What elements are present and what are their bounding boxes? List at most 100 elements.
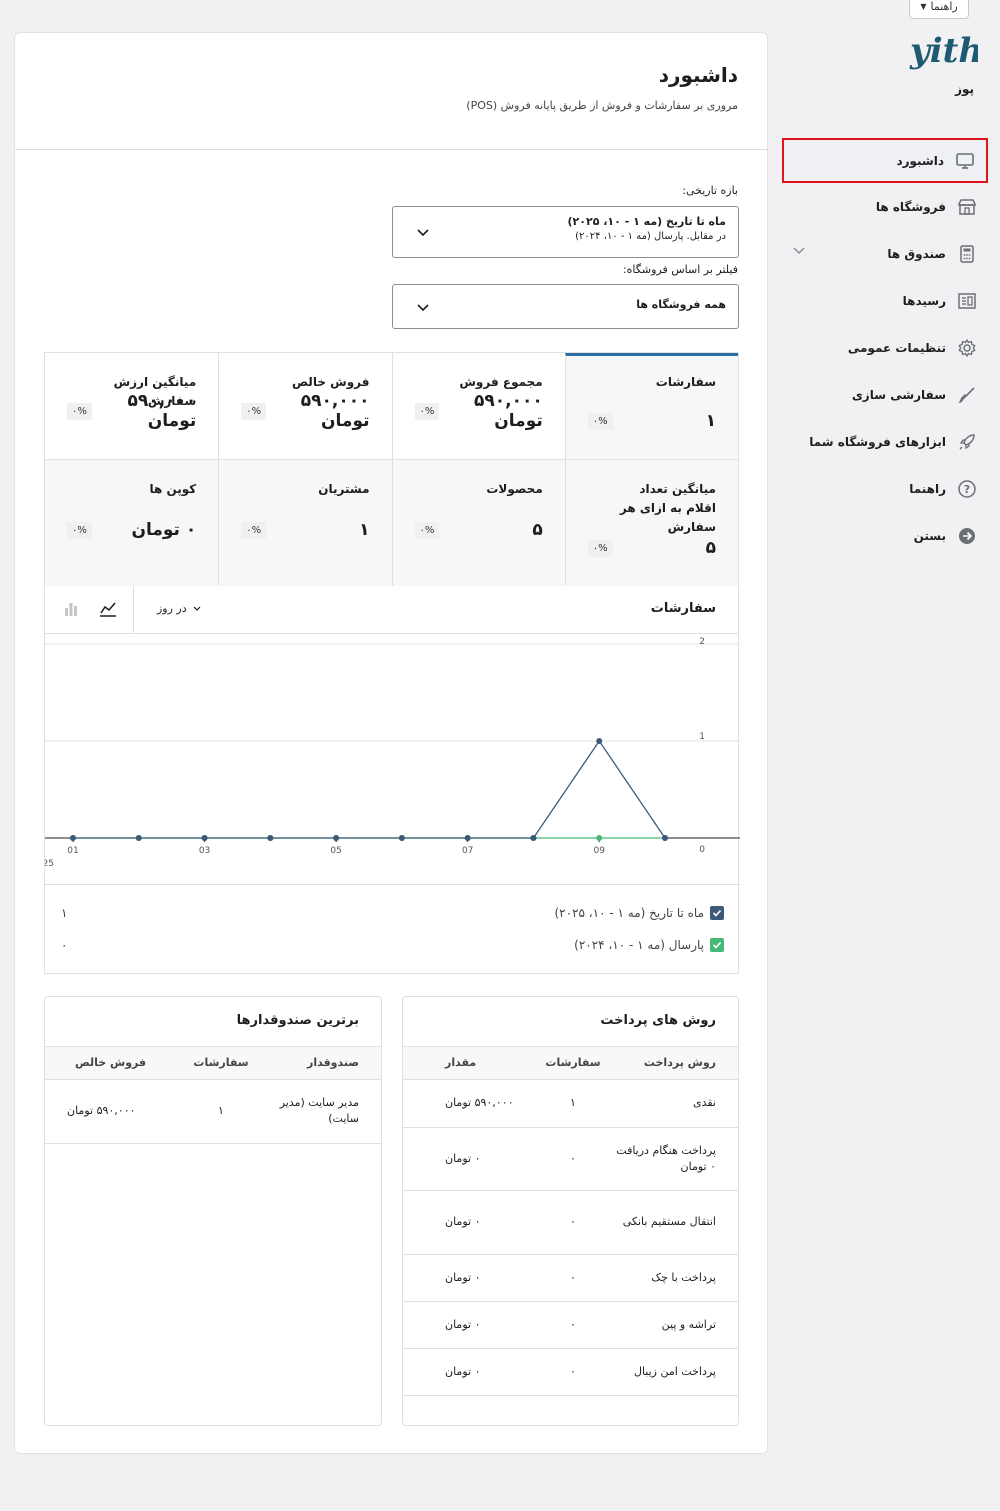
nav-item-registers[interactable]: صندوق ها: [782, 230, 988, 277]
table-cell: ۰ تومان: [403, 1190, 538, 1255]
table-cell: ۵۹۰,۰۰۰ تومان: [403, 1079, 538, 1128]
nav-label: بستن: [913, 528, 946, 543]
table-cell: ۰ تومان: [403, 1348, 538, 1396]
store-filter-value: همه فروشگاه ها: [636, 298, 726, 311]
stat-value: ۵۹۰,۰۰۰ تومان: [127, 391, 197, 431]
delta-badge: ۰%: [587, 412, 613, 430]
nav-item-stores[interactable]: فروشگاه ها: [782, 183, 988, 230]
y-tick-label: 1: [699, 732, 705, 742]
stat-coupons[interactable]: کوپن ها ۰ تومان ۰%: [45, 460, 219, 586]
table-cell: پرداخت با چک: [608, 1254, 738, 1302]
help-tab-button[interactable]: راهنما ▼: [909, 0, 969, 19]
nav-item-receipts[interactable]: رسیدها: [782, 277, 988, 324]
legend-row[interactable]: پارسال (مه ۱ - ۱۰، ۲۰۲۴) ۰: [61, 935, 724, 955]
nav-item-settings[interactable]: تنظیمات عمومی: [782, 324, 988, 371]
data-point: [530, 835, 537, 841]
interval-label: در روز: [157, 602, 187, 615]
caret-down-icon: ▼: [920, 2, 927, 11]
nav-item-customization[interactable]: سفارشی سازی: [782, 371, 988, 418]
payment-methods-title: روش های پرداخت: [403, 997, 738, 1047]
stat-label: کوپن ها: [149, 482, 197, 496]
orders-chart-panel: سفارشات در روز 2 1 0 01 03 05 07 09 May 2025 ماه…: [44, 586, 740, 974]
chevron-down-icon: [193, 606, 201, 611]
stat-customers[interactable]: مشتریان ۱ ۰%: [218, 460, 392, 586]
store-filter-select[interactable]: همه فروشگاه ها: [392, 284, 739, 329]
page-header: داشبورد مروری بر سفارشات و فروش از طریق …: [15, 33, 767, 150]
data-point: [135, 835, 142, 841]
nav-item-close[interactable]: بستن: [782, 512, 988, 559]
help-tab-label: راهنما: [930, 0, 958, 13]
data-point: [333, 835, 340, 841]
stat-avg-order-value[interactable]: میانگین ارزش سفارش ۵۹۰,۰۰۰ تومان ۰%: [45, 353, 219, 460]
column-header[interactable]: سفارشات: [538, 1047, 608, 1080]
bar-chart-icon[interactable]: [63, 600, 79, 618]
column-header[interactable]: سفارشات: [181, 1047, 261, 1080]
stat-label: مجموع فروش: [459, 375, 543, 389]
delta-badge: ۰%: [67, 402, 92, 420]
column-header[interactable]: مقدار: [403, 1047, 538, 1080]
data-point: [662, 835, 668, 841]
data-point: [70, 835, 76, 841]
table-cell: تراشه و پین: [608, 1301, 738, 1349]
data-point: [398, 835, 405, 841]
gear-icon: [956, 337, 978, 359]
nav-label: ابزارهای فروشگاه شما: [809, 434, 946, 449]
payment-methods-table: روش پرداخت سفارشات مقدار نقدی ۱ ۵۹۰,۰۰۰ …: [403, 1047, 738, 1396]
x-tick-label: 05: [330, 846, 341, 856]
interval-select[interactable]: در روز: [157, 602, 201, 615]
stat-value: ۱: [705, 411, 716, 431]
legend-label: ماه تا تاریخ (مه ۱ - ۱۰، ۲۰۲۵): [554, 906, 704, 920]
table-cell: پرداخت امن زیبال: [608, 1348, 738, 1396]
table-row: پرداخت هنگام دریافت ۰ تومان ۰ ۰ تومان: [403, 1127, 738, 1191]
stat-gross-sales[interactable]: مجموع فروش ۵۹۰,۰۰۰ تومان ۰%: [391, 353, 565, 460]
stat-net-sales[interactable]: فروش خالص ۵۹۰,۰۰۰ تومان ۰%: [218, 353, 392, 460]
svg-text:?: ?: [964, 483, 970, 496]
date-range-value: ماه تا تاریخ (مه ۱ - ۱۰، ۲۰۲۵): [567, 215, 726, 228]
stat-value: ۵: [532, 520, 543, 540]
stat-label: مشتریان: [318, 482, 370, 496]
chart-header: سفارشات در روز: [45, 586, 738, 634]
stat-value: ۵۹۰,۰۰۰ تومان: [300, 391, 370, 431]
stat-products[interactable]: محصولات ۵ ۰%: [391, 460, 565, 586]
brush-icon: [956, 384, 978, 406]
table-row: مدیر سایت (مدیر سایت) ۱ ۵۹۰,۰۰۰ تومان: [45, 1079, 381, 1144]
dashboard-card: داشبورد مروری بر سفارشات و فروش از طریق …: [14, 32, 768, 1454]
stat-value: ۵: [705, 538, 716, 558]
nav-item-dashboard[interactable]: داشبورد: [782, 138, 988, 183]
x-tick-label: 03: [199, 846, 210, 856]
table-cell: ۰: [538, 1301, 608, 1349]
stat-orders[interactable]: سفارشات ۱ ۰%: [564, 353, 738, 460]
checkbox-checked-icon[interactable]: [710, 906, 724, 920]
checkbox-checked-icon[interactable]: [710, 938, 724, 952]
nav-item-help[interactable]: ? راهنما: [782, 465, 988, 512]
column-header[interactable]: روش پرداخت: [608, 1047, 738, 1080]
x-tick-label: 09: [593, 846, 605, 856]
chevron-down-icon: [417, 229, 429, 237]
x-tick-label: 07: [462, 846, 473, 856]
data-point: [596, 738, 603, 744]
date-range-select[interactable]: ماه تا تاریخ (مه ۱ - ۱۰، ۲۰۲۵) در مقابل.…: [392, 206, 739, 258]
nav-label: صندوق ها: [887, 246, 946, 261]
delta-badge: ۰%: [241, 402, 267, 420]
top-cashiers-table: صندوقدار سفارشات فروش خالص مدیر سایت (مد…: [45, 1047, 381, 1144]
stat-label: محصولات: [486, 482, 543, 496]
column-header[interactable]: صندوقدار: [261, 1047, 381, 1080]
page-title: داشبورد: [658, 63, 738, 87]
line-chart-icon[interactable]: [99, 600, 117, 618]
svg-text:yith: yith: [909, 31, 978, 71]
stat-avg-items[interactable]: میانگین تعداد اقلام به ازای هر سفارش ۵ ۰%: [564, 460, 738, 586]
monitor-icon: [954, 150, 976, 172]
y-tick-label: 0: [699, 845, 705, 855]
brand-sub: پوز: [955, 82, 974, 96]
delta-badge: ۰%: [241, 521, 267, 539]
table-row: تراشه و پین ۰ ۰ تومان: [403, 1301, 738, 1349]
page-subtitle: مروری بر سفارشات و فروش از طریق پایانه ف…: [466, 99, 738, 112]
table-cell: ۵۹۰,۰۰۰ تومان: [45, 1079, 181, 1144]
column-header[interactable]: فروش خالص: [45, 1047, 181, 1080]
legend-row[interactable]: ماه تا تاریخ (مه ۱ - ۱۰، ۲۰۲۵) ۱: [61, 903, 724, 923]
nav-label: داشبورد: [896, 153, 944, 168]
nav-item-store-tools[interactable]: ابزارهای فروشگاه شما: [782, 418, 988, 465]
chevron-down-icon[interactable]: [792, 244, 806, 258]
legend-total: ۰: [61, 938, 68, 952]
table-cell: ۰: [538, 1348, 608, 1396]
